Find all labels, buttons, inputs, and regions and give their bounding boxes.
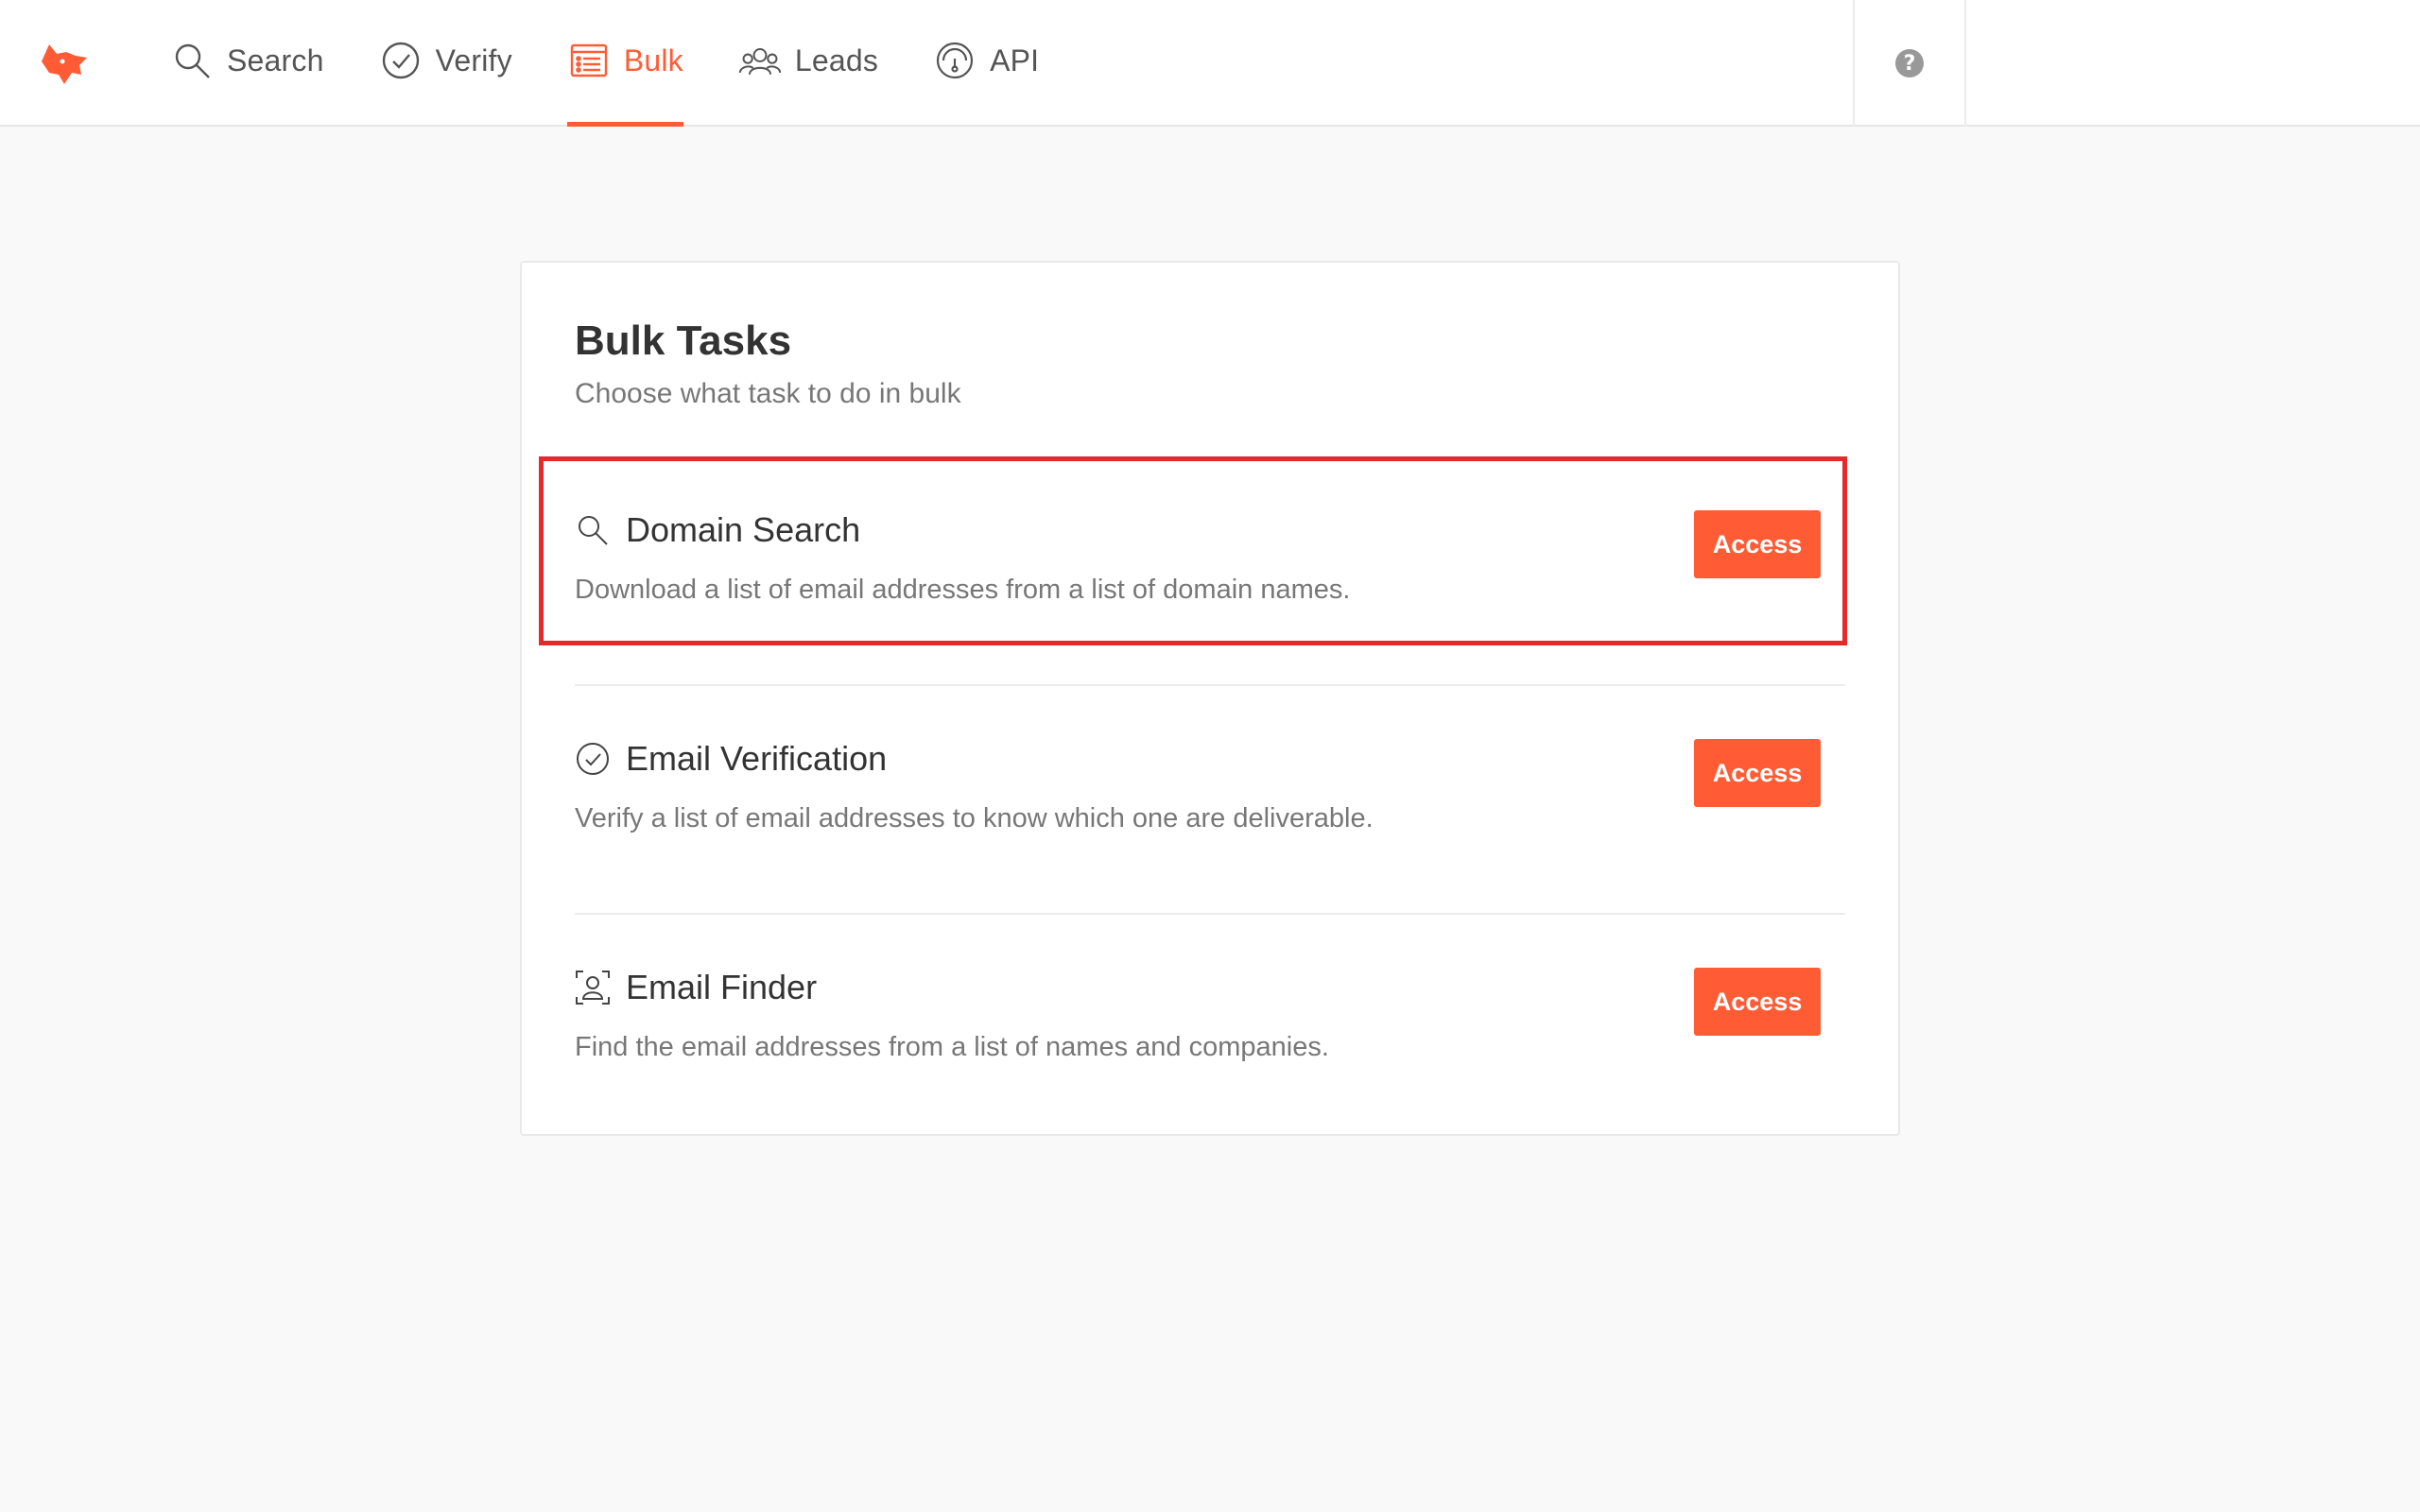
help-icon[interactable]: ?: [1895, 49, 1924, 77]
nav-label: API: [990, 43, 1040, 77]
search-icon: [170, 39, 214, 82]
check-circle-icon: [379, 39, 423, 82]
top-navigation-bar: Search Verify Bulk Leads API ?: [0, 0, 2420, 127]
nav-item-verify[interactable]: Verify: [379, 0, 512, 127]
search-icon: [575, 512, 611, 548]
nav-item-leads[interactable]: Leads: [738, 0, 878, 127]
domain-search-access-button[interactable]: Access: [1694, 510, 1821, 578]
nav-item-bulk[interactable]: Bulk: [566, 0, 683, 127]
page-subtitle: Choose what task to do in bulk: [575, 378, 961, 409]
person-frame-icon: [575, 970, 611, 1005]
task-domain-search: Domain Search Download a list of email a…: [575, 457, 1845, 686]
nav-label: Bulk: [623, 43, 683, 77]
bulk-tasks-card: Bulk Tasks Choose what task to do in bul…: [520, 261, 1900, 1136]
task-header: Email Verification: [575, 739, 887, 779]
page-title: Bulk Tasks: [575, 318, 792, 364]
nav-item-api[interactable]: API: [933, 0, 1039, 127]
task-description: Verify a list of email addresses to know…: [575, 803, 1374, 833]
main-nav: Search Verify Bulk Leads API: [170, 0, 1094, 127]
task-name: Email Finder: [626, 968, 818, 1006]
task-description: Find the email addresses from a list of …: [575, 1032, 1329, 1062]
check-circle-icon: [575, 741, 611, 777]
task-email-finder: Email Finder Find the email addresses fr…: [575, 915, 1845, 1143]
task-description: Download a list of email addresses from …: [575, 575, 1351, 605]
nav-item-search[interactable]: Search: [170, 0, 324, 127]
task-header: Domain Search: [575, 510, 860, 550]
email-finder-access-button[interactable]: Access: [1694, 968, 1821, 1036]
list-icon: [567, 39, 611, 82]
gauge-icon: [933, 39, 977, 82]
task-header: Email Finder: [575, 968, 817, 1007]
help-area: ?: [1853, 0, 1966, 127]
hunter-fox-logo-icon[interactable]: [34, 34, 95, 94]
task-name: Domain Search: [626, 510, 861, 549]
nav-label: Search: [227, 43, 324, 77]
task-name: Email Verification: [626, 739, 888, 778]
email-verification-access-button[interactable]: Access: [1694, 739, 1821, 807]
nav-label: Leads: [794, 43, 879, 77]
task-email-verification: Email Verification Verify a list of emai…: [575, 686, 1845, 915]
nav-label: Verify: [435, 43, 512, 77]
people-icon: [738, 39, 782, 82]
